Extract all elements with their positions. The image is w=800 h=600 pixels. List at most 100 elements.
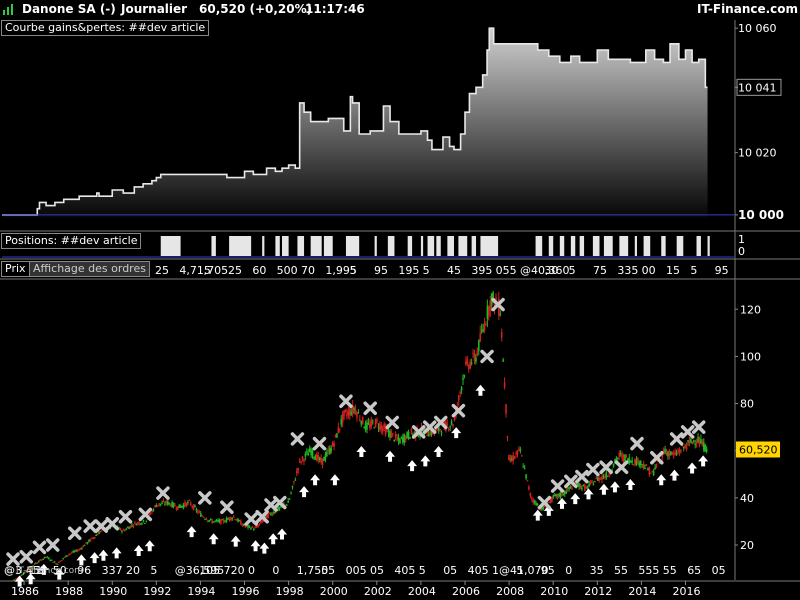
order-strip-label: 5 (419, 564, 426, 577)
candle-body (447, 429, 450, 431)
candle-body (321, 458, 324, 465)
candle-body (446, 423, 449, 426)
buy-arrow-icon (557, 497, 568, 509)
order-strip-label: 55 (614, 564, 628, 577)
candle-body (330, 447, 332, 452)
candle-body (294, 479, 297, 481)
candle-body (336, 433, 338, 438)
candle-body (376, 419, 378, 421)
order-strip-label: 05 (321, 564, 335, 577)
candle-body (268, 512, 271, 514)
sell-cross-icon (118, 509, 133, 524)
candle-body (207, 520, 209, 522)
candle-body (677, 451, 679, 453)
candle-body (488, 306, 490, 316)
candle-body (326, 451, 328, 456)
candle-body (202, 517, 205, 519)
candle-body (179, 505, 182, 508)
candle-body (410, 429, 413, 434)
candle-body (644, 468, 646, 470)
candle-body (466, 359, 469, 364)
candle-body (324, 454, 327, 460)
candle-body (288, 498, 291, 500)
candle-body (500, 332, 503, 338)
candle-body (562, 493, 565, 496)
candle-body (323, 457, 325, 462)
candle-body (78, 549, 80, 551)
position-bar (262, 236, 265, 256)
candle-body (392, 433, 394, 435)
buy-arrow-icon (451, 427, 462, 439)
order-strip-label: 500 (277, 264, 298, 277)
equity-tick-label: 10 020 (738, 147, 777, 160)
sell-cross-icon (45, 538, 60, 552)
candle-body (244, 526, 246, 528)
candle-body (49, 560, 52, 562)
candle-body (515, 453, 517, 455)
buy-arrow-icon (687, 462, 698, 474)
candle-body (40, 559, 43, 561)
candle-body (125, 528, 128, 530)
order-strip-label: 5 (350, 264, 357, 277)
candle-body (535, 502, 537, 506)
orders-toggle-button[interactable]: Affichage des ordres (29, 261, 150, 277)
candle-body (668, 453, 671, 456)
candle-body (148, 513, 150, 515)
candle-body (313, 456, 315, 458)
candle-body (502, 359, 504, 362)
candle-body (177, 506, 179, 510)
candle-body (198, 511, 201, 513)
candle-body (452, 424, 454, 426)
candle-body (158, 503, 161, 506)
candle-body (648, 467, 651, 475)
candle-body (469, 361, 471, 368)
candle-body (338, 428, 341, 430)
candle-body (705, 448, 708, 452)
sell-cross-icon (220, 500, 234, 515)
candle-body (380, 425, 383, 430)
position-bar (619, 236, 629, 256)
candle-body (399, 439, 401, 444)
candle-body (476, 350, 479, 355)
candle-body (618, 453, 621, 457)
candle-body (377, 427, 380, 429)
candle-body (406, 432, 408, 438)
candle-body (135, 524, 138, 526)
candle-body (301, 456, 304, 459)
candle-body (255, 525, 258, 528)
x-tick-label: 2004 (408, 585, 436, 598)
candle-body (413, 431, 416, 433)
candle-body (187, 501, 189, 504)
candle-body (134, 522, 136, 524)
candle-body (91, 537, 93, 539)
sell-cross-icon (680, 425, 695, 439)
position-bar (211, 236, 216, 256)
buy-arrow-icon (532, 509, 543, 521)
candle-body (522, 466, 525, 468)
order-strip-label: 055 (496, 264, 517, 277)
candle-body (361, 417, 364, 425)
candle-body (641, 464, 643, 466)
candle-body (637, 458, 639, 464)
order-strip-label: 105 (199, 564, 220, 577)
candle-body (318, 457, 321, 461)
candle-body (298, 459, 301, 461)
candle-body (62, 558, 64, 560)
candle-body (367, 422, 370, 424)
candle-body (101, 529, 103, 531)
candle-body (602, 476, 605, 478)
candle-body (529, 492, 532, 497)
sell-cross-icon (691, 420, 706, 434)
candle-body (356, 412, 358, 418)
candle-body (293, 481, 295, 483)
candle-body (694, 443, 696, 445)
candle-body (396, 438, 398, 440)
candle-body (379, 423, 381, 431)
candle-body (519, 449, 522, 452)
chart-canvas[interactable]: 10 00010 02010 04110 060 10 25 4,715,705 2… (0, 0, 800, 600)
candle-body (654, 467, 656, 470)
candle-body (215, 519, 218, 521)
candle-body (260, 520, 262, 524)
candle-body (168, 502, 171, 505)
position-bar (548, 236, 554, 256)
